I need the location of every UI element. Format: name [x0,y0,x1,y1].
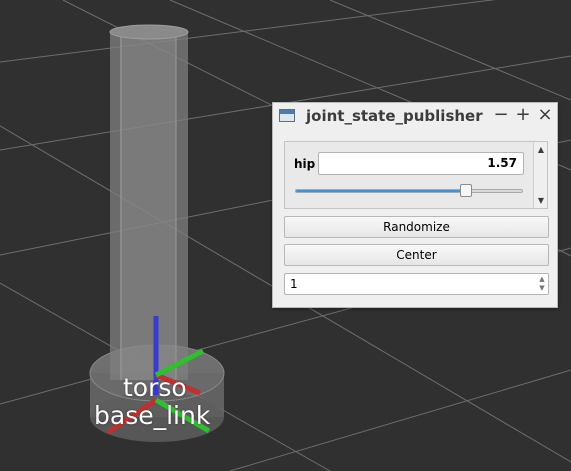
hip-slider-track[interactable] [295,189,523,193]
hip-slider-handle[interactable] [460,184,472,197]
frame-label-torso: torso [123,373,187,402]
spin-down-arrow-icon[interactable]: ▼ [537,284,547,293]
spin-box[interactable]: 1 ▲ ▼ [284,273,549,295]
maximize-button[interactable]: + [514,105,532,125]
joint-state-publisher-window: joint_state_publisher − + × hip 1.57 ▲ ▼… [272,102,558,308]
torso-cylinder [109,24,189,380]
panel-scrollbar[interactable]: ▲ ▼ [533,142,547,208]
minimize-button[interactable]: − [492,105,510,125]
spin-up-arrow-icon[interactable]: ▲ [537,275,547,284]
app-window-icon [279,109,295,122]
close-button[interactable]: × [536,105,554,125]
hip-value-field[interactable]: 1.57 [318,152,524,175]
window-title: joint_state_publisher [306,107,483,125]
frame-label-base-link: base_link [94,401,211,430]
scroll-down-arrow-icon[interactable]: ▼ [536,196,546,206]
hip-joint-label: hip [294,157,316,171]
spin-box-value: 1 [290,277,298,291]
center-button[interactable]: Center [284,244,549,266]
hip-slider-fill [296,190,467,192]
scroll-up-arrow-icon[interactable]: ▲ [536,145,546,155]
joint-slider-panel: hip 1.57 ▲ ▼ [284,141,548,209]
randomize-button[interactable]: Randomize [284,216,549,238]
title-bar[interactable]: joint_state_publisher − + × [273,103,557,129]
